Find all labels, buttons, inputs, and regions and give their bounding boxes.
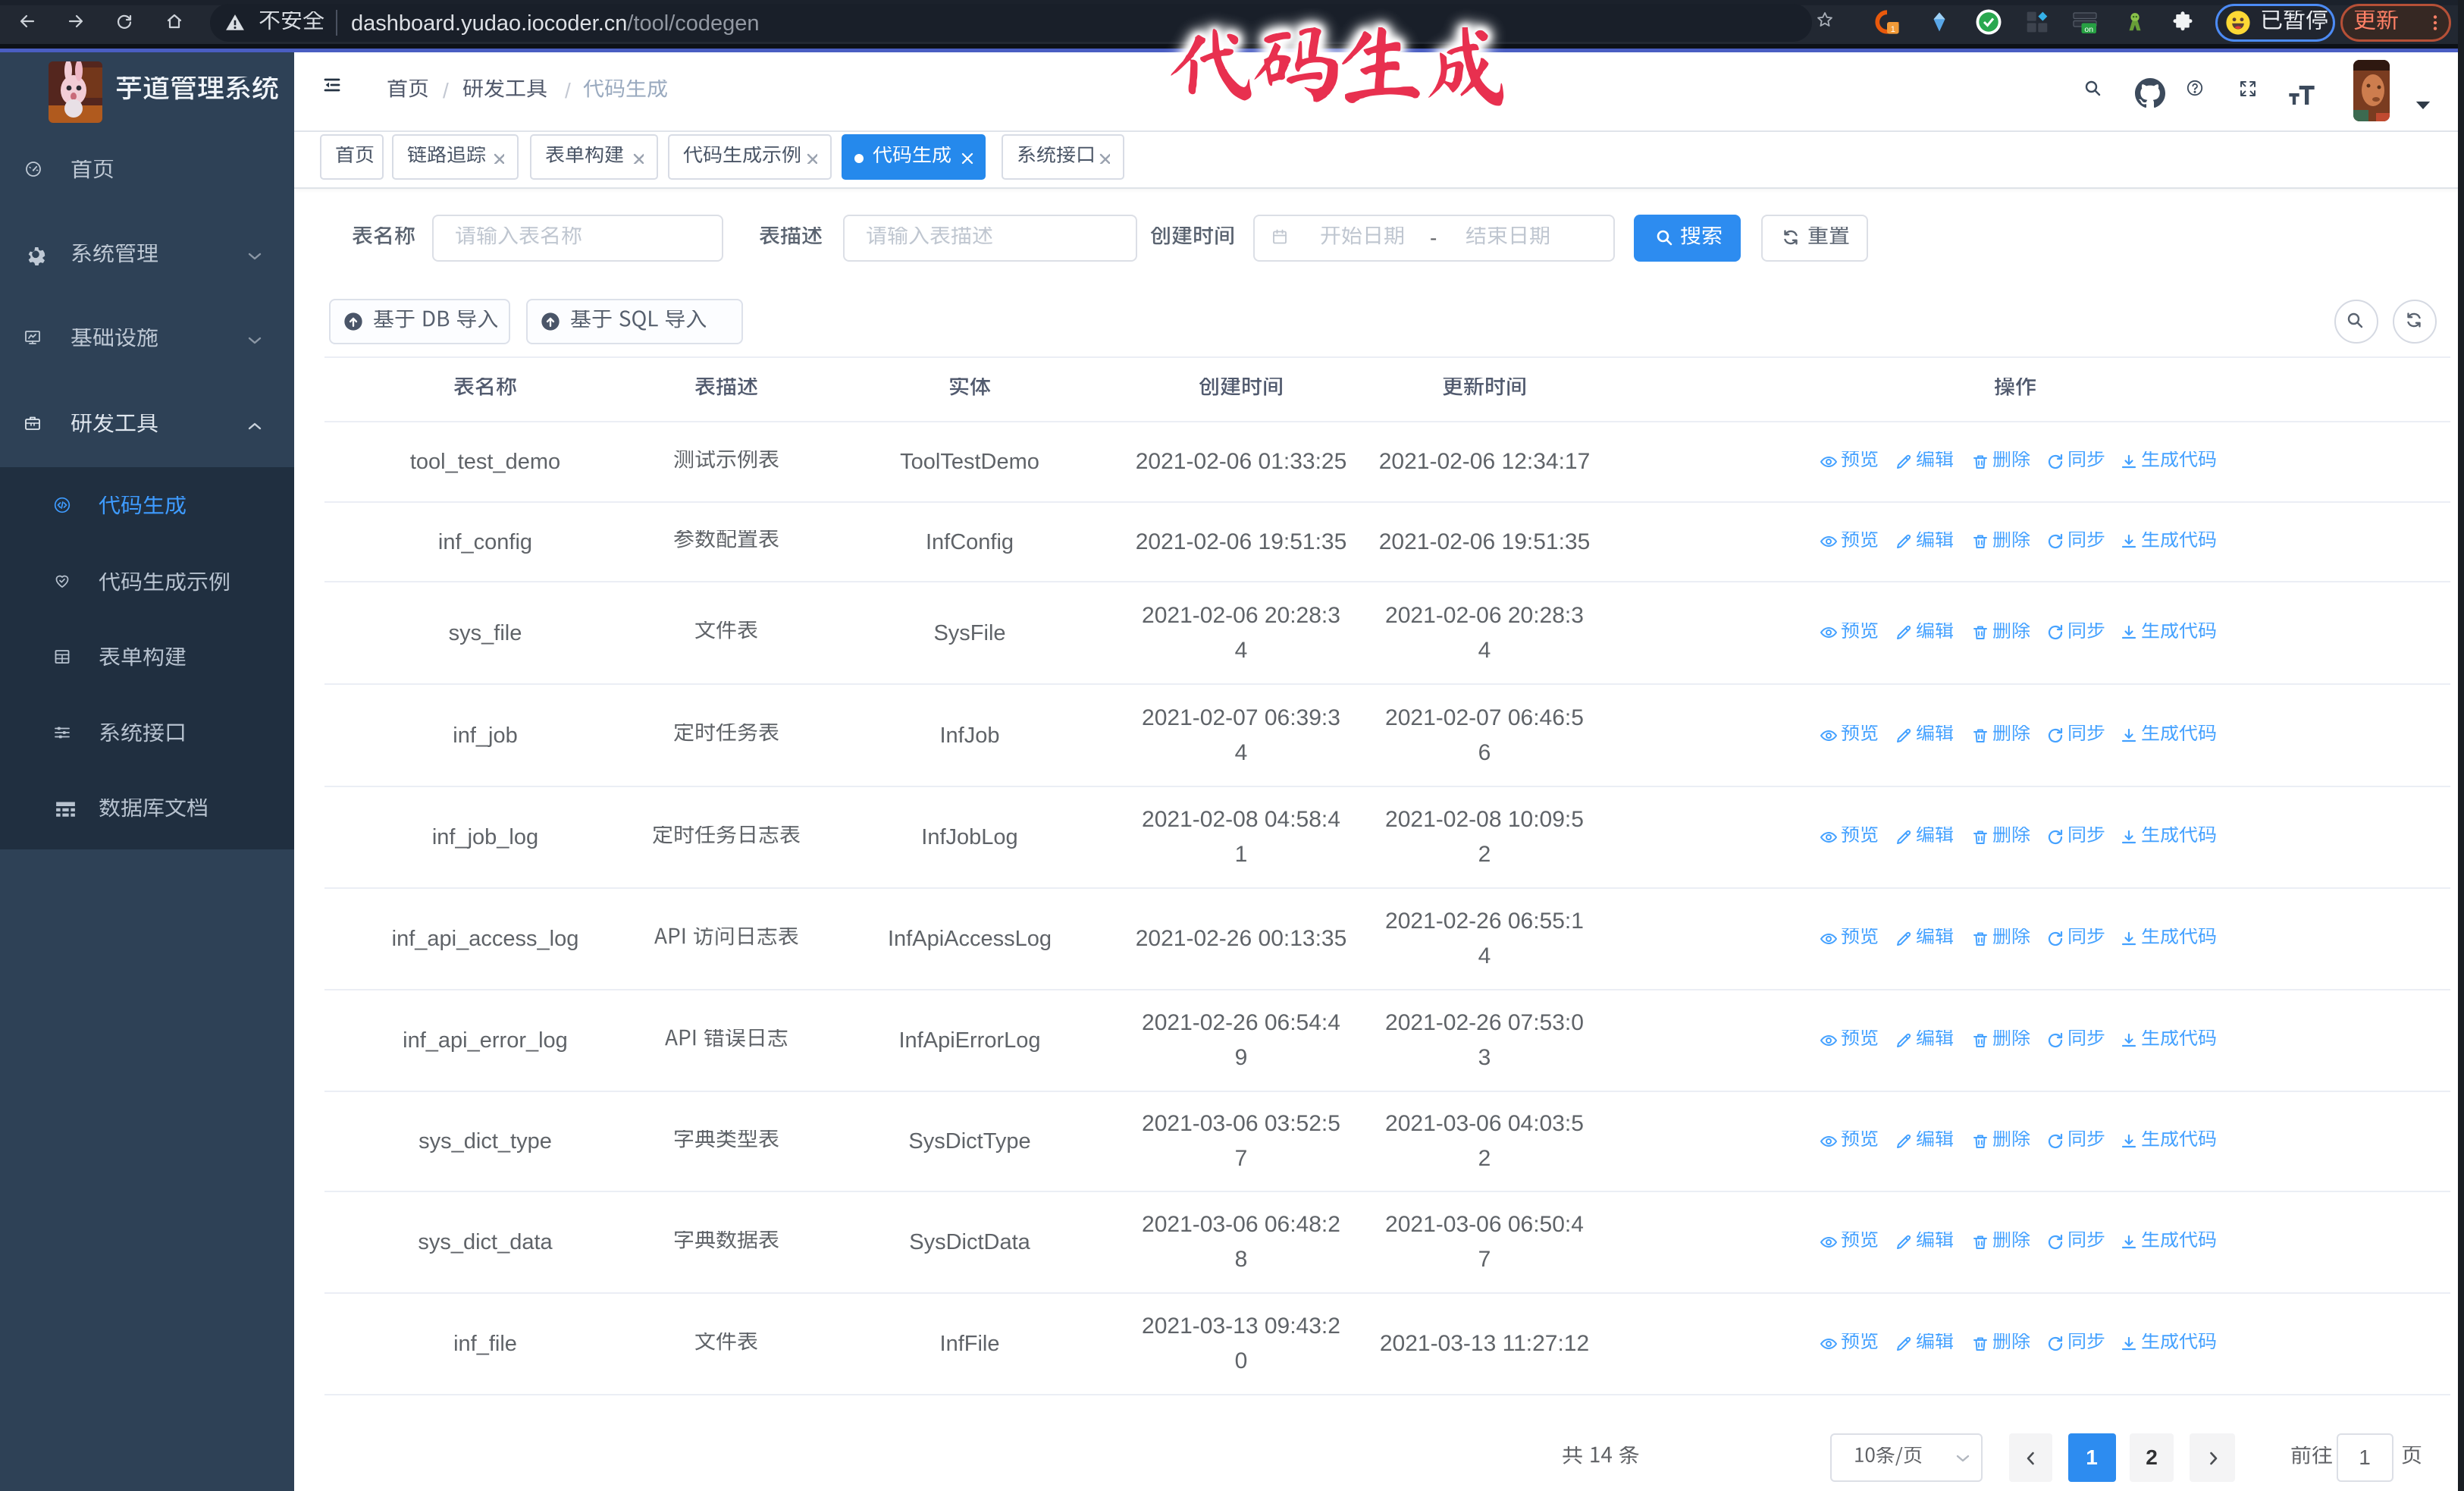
svg-text:on: on	[2084, 25, 2093, 34]
svg-text:1: 1	[1891, 25, 1895, 34]
